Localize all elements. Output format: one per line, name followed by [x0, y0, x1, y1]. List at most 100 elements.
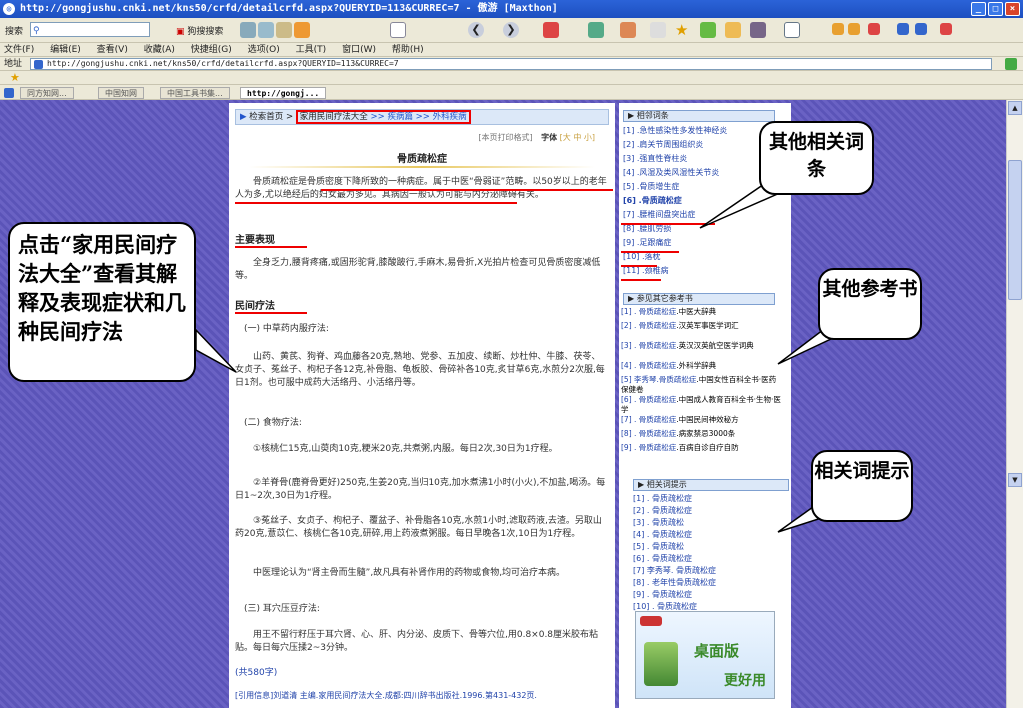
- reference-term[interactable]: 骨质疏松症: [639, 341, 677, 350]
- minimize-button[interactable]: _: [971, 2, 986, 16]
- reference-entry[interactable]: [9] . 骨质疏松症.百病自诊自疗自防: [621, 443, 781, 453]
- related-entry-current[interactable]: [6] .骨质疏松症: [623, 195, 682, 206]
- menu-window[interactable]: 窗口(W): [342, 43, 376, 57]
- reference-entry[interactable]: [5] 李秀琴.骨质疏松症.中国女性百科全书·医药保健卷: [621, 375, 781, 395]
- callout-book-link: 点击“家用民间疗法大全”查看其解释及表现症状和几种民间疗法: [8, 222, 196, 382]
- reference-entry[interactable]: [6] . 骨质疏松症.中国成人教育百科全书·生物·医学: [621, 395, 781, 415]
- menu-tools[interactable]: 工具(T): [296, 43, 327, 57]
- reference-entry[interactable]: [8] . 骨质疏松症.病家禁忌3000条: [621, 429, 781, 439]
- scroll-thumb[interactable]: [1008, 160, 1022, 300]
- tab-current[interactable]: http://gongj...: [240, 87, 327, 99]
- favorites-star-icon[interactable]: ★: [10, 71, 20, 84]
- desktop-version-banner[interactable]: 桌面版 更好用: [635, 611, 775, 699]
- reference-term[interactable]: 骨质疏松症: [639, 429, 677, 438]
- favorites-star-icon[interactable]: ★: [675, 22, 691, 38]
- tool-icon[interactable]: [276, 22, 292, 38]
- group-icon[interactable]: [750, 22, 766, 38]
- search-engine-icon: ▣: [176, 27, 185, 37]
- tab-cnki-1[interactable]: 同方知网...: [20, 87, 74, 99]
- window-min-icon[interactable]: [897, 23, 909, 35]
- hint-entry[interactable]: [9] . 骨质疏松症: [633, 589, 692, 600]
- menu-favorites[interactable]: 收藏(A): [144, 43, 175, 57]
- reference-term[interactable]: 骨质疏松症: [639, 307, 677, 316]
- close-tab-icon[interactable]: [868, 23, 880, 35]
- tab-reference-tools[interactable]: 中国工具书集...: [160, 87, 230, 99]
- font-size-links[interactable]: [大 中 小]: [560, 133, 595, 142]
- breadcrumb-home[interactable]: 检索首页 >: [249, 112, 293, 122]
- history-icon[interactable]: [700, 22, 716, 38]
- hint-entry[interactable]: [8] . 老年性骨质疏松症: [633, 577, 716, 588]
- vertical-scrollbar[interactable]: ▲ ▼: [1006, 100, 1023, 708]
- related-entry[interactable]: [2] .肩关节周围组织炎: [623, 139, 703, 150]
- related-entry[interactable]: [1] .急性感染性多发性神经炎: [623, 125, 727, 136]
- breadcrumb-book-link[interactable]: 家用民间疗法大全: [300, 112, 368, 122]
- menu-edit[interactable]: 编辑(E): [50, 43, 81, 57]
- menu-groups[interactable]: 快捷组(G): [191, 43, 232, 57]
- layout-icon[interactable]: [784, 22, 800, 38]
- related-entry[interactable]: [9] .足跟痛症: [623, 237, 671, 248]
- menu-options[interactable]: 选项(O): [248, 43, 280, 57]
- related-entry[interactable]: [7] .腰椎间盘突出症: [623, 209, 695, 220]
- search-icon: ⚲: [33, 26, 40, 36]
- print-link[interactable]: [本页打印格式]: [478, 133, 532, 142]
- related-entry[interactable]: [3] .强直性脊柱炎: [623, 153, 687, 164]
- breadcrumb-category[interactable]: >> 疾病篇 >> 外科疾病: [371, 112, 467, 122]
- reference-book: .英汉汉英航空医学词典: [676, 341, 754, 350]
- related-entry[interactable]: [5] .骨质增生症: [623, 181, 679, 192]
- tool-icon[interactable]: [294, 22, 310, 38]
- remedy-herbal-text: 山药、黄芪、狗脊、鸡血藤各20克,熟地、党参、五加皮、续断、炒杜仲、牛膝、茯苓、…: [235, 352, 605, 388]
- reference-term[interactable]: 骨质疏松症: [639, 395, 677, 404]
- search-input[interactable]: ⚲: [30, 22, 150, 37]
- tool-icon[interactable]: [240, 22, 256, 38]
- reference-entry[interactable]: [1] . 骨质疏松症.中医大辞典: [621, 307, 781, 317]
- maximize-button[interactable]: □: [988, 2, 1003, 16]
- hint-entry[interactable]: [6] . 骨质疏松症: [633, 553, 692, 564]
- menu-file[interactable]: 文件(F): [4, 43, 34, 57]
- reference-term[interactable]: 骨质疏松症: [639, 361, 677, 370]
- window-controls: _ □ ×: [971, 2, 1020, 16]
- reference-entry[interactable]: [2] . 骨质疏松症.汉英军事医学词汇: [621, 321, 781, 331]
- reference-term[interactable]: 骨质疏松症: [639, 321, 677, 330]
- hint-entry[interactable]: [2] . 骨质疏松症: [633, 505, 692, 516]
- stop-icon[interactable]: [543, 22, 559, 38]
- reference-term[interactable]: 李秀琴.骨质疏松症: [634, 375, 696, 384]
- nav-left-icon[interactable]: [832, 23, 844, 35]
- address-input[interactable]: http://gongjushu.cnki.net/kns50/crfd/det…: [30, 58, 992, 70]
- find-icon[interactable]: [650, 22, 666, 38]
- hint-entry[interactable]: [3] . 骨质疏松: [633, 517, 684, 528]
- home-icon[interactable]: [620, 22, 636, 38]
- reference-entry[interactable]: [3] . 骨质疏松症.英汉汉英航空医学词典: [621, 341, 781, 351]
- close-button[interactable]: ×: [1005, 2, 1020, 16]
- reference-entry[interactable]: [4] . 骨质疏松症.外科学辞典: [621, 361, 781, 371]
- window-restore-icon[interactable]: [915, 23, 927, 35]
- forward-icon[interactable]: ❯: [503, 22, 519, 38]
- reference-term[interactable]: 骨质疏松症: [639, 415, 677, 424]
- go-button[interactable]: [1005, 58, 1017, 70]
- folder-icon[interactable]: [725, 22, 741, 38]
- reference-index: [3] .: [621, 341, 639, 350]
- word-count: (共580字): [235, 668, 278, 678]
- refresh-icon[interactable]: [588, 22, 604, 38]
- hint-entry[interactable]: [4] . 骨质疏松症: [633, 529, 692, 540]
- hint-entry[interactable]: [7] 李秀琴. 骨质疏松症: [633, 565, 716, 576]
- window-close-icon[interactable]: [940, 23, 952, 35]
- menu-help[interactable]: 帮助(H): [392, 43, 424, 57]
- hint-entry[interactable]: [1] . 骨质疏松症: [633, 493, 692, 504]
- reference-term[interactable]: 骨质疏松症: [639, 443, 677, 452]
- citation-text[interactable]: [引用信息]刘道清 主编.家用民间疗法大全.成都:四川辞书出版社.1996.第4…: [235, 689, 607, 702]
- scroll-up-arrow-icon[interactable]: ▲: [1008, 101, 1022, 115]
- related-entry[interactable]: [4] .风湿及类风湿性关节炎: [623, 167, 719, 178]
- tool-icon[interactable]: [258, 22, 274, 38]
- reference-index: [5]: [621, 375, 635, 384]
- reference-entry[interactable]: [7] . 骨质疏松症.中国民间神效秘方: [621, 415, 781, 425]
- back-icon[interactable]: ❮: [468, 22, 484, 38]
- menu-view[interactable]: 查看(V): [97, 43, 128, 57]
- scroll-down-arrow-icon[interactable]: ▼: [1008, 473, 1022, 487]
- tab-cnki-2[interactable]: 中国知网: [98, 87, 144, 99]
- search-button[interactable]: ▣ 狗搜搜索: [176, 24, 223, 37]
- hint-entry[interactable]: [5] . 骨质疏松: [633, 541, 684, 552]
- highlight-underline: [321, 189, 613, 191]
- callout-related-hints: 相关词提示: [811, 450, 913, 522]
- new-page-icon[interactable]: [390, 22, 406, 38]
- nav-right-icon[interactable]: [848, 23, 860, 35]
